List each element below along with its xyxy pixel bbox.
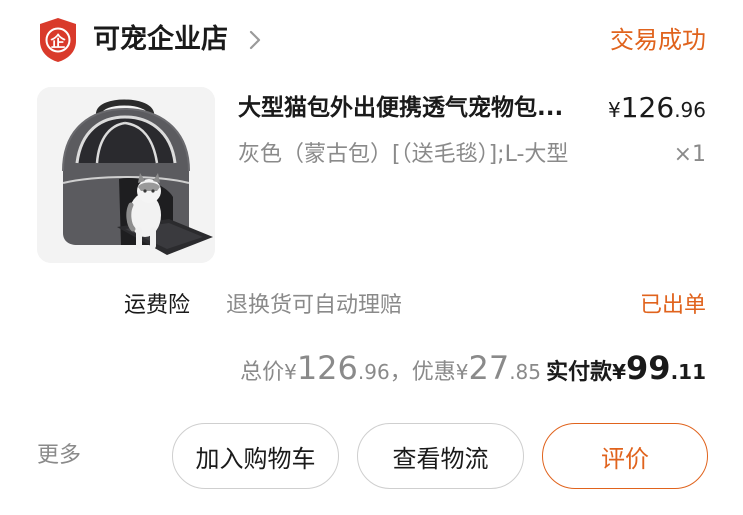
paid-label: 实付款 <box>546 360 613 385</box>
pet-carrier-image-icon <box>37 87 215 263</box>
product-sku: 灰色（蒙古包）[（送毛毯）];L-大型 <box>238 142 569 167</box>
paid-currency: ¥ <box>612 360 627 384</box>
discount-label: 优惠 <box>411 360 456 385</box>
freight-insurance-label[interactable]: 运费险 <box>124 288 190 324</box>
product-price: ¥126.96 <box>608 90 706 130</box>
shop-name[interactable]: 可宠企业店 <box>93 20 228 60</box>
paid-integer: 99 <box>626 349 671 387</box>
order-card-header: 企 可宠企业店 交易成功 <box>0 0 743 80</box>
chevron-right-icon[interactable] <box>245 27 265 53</box>
product-price-currency: ¥ <box>608 98 621 122</box>
insurance-status: 已出单 <box>639 293 706 318</box>
order-status: 交易成功 <box>610 26 706 54</box>
product-price-decimal: .96 <box>674 98 706 122</box>
total-decimal: .96 <box>357 360 390 384</box>
freight-insurance-description: 退换货可自动理赔 <box>226 293 403 318</box>
discount-currency: ¥ <box>455 360 469 384</box>
order-totals: 总价¥126.96，优惠¥27.85 实付款¥99.11 <box>240 346 706 396</box>
view-logistics-button[interactable]: 查看物流 <box>357 423 524 489</box>
total-integer: 126 <box>296 349 358 387</box>
discount-decimal: .85 <box>509 360 541 384</box>
shop-logo-icon[interactable]: 企 <box>38 17 78 63</box>
add-to-cart-button[interactable]: 加入购物车 <box>172 423 339 489</box>
product-price-integer: 126 <box>620 91 675 124</box>
discount-integer: 27 <box>468 349 510 387</box>
product-quantity: ×1 <box>673 142 706 167</box>
total-currency: ¥ <box>284 360 297 384</box>
review-button[interactable]: 评价 <box>542 423 708 489</box>
product-title[interactable]: 大型猫包外出便携透气宠物包... <box>238 90 588 126</box>
paid-decimal: .11 <box>670 360 706 384</box>
more-button[interactable]: 更多 <box>37 438 81 474</box>
total-label: 总价 <box>240 360 285 385</box>
product-image[interactable] <box>37 87 215 263</box>
shop-logo-text: 企 <box>49 33 66 51</box>
totals-separator: ， <box>389 360 412 385</box>
